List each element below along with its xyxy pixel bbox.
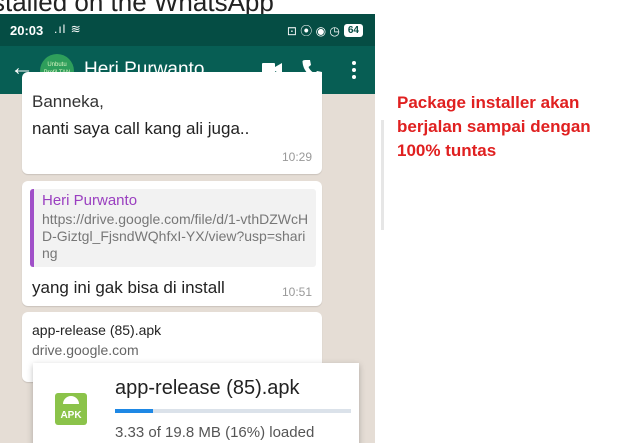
message-bubble[interactable]: Heri Purwanto https://drive.google.com/f… [22, 181, 322, 306]
package-installer-dialog: APK app-release (85).apk 3.33 of 19.8 MB… [33, 363, 359, 443]
progress-bar [115, 409, 351, 413]
signal-icon: .ıl ≋ [54, 22, 82, 36]
message-text-line: Bannekа, [32, 92, 104, 111]
battery-icon: 64 [343, 24, 363, 37]
quoted-sender: Heri Purwanto [42, 192, 138, 209]
status-bar: 20:03 .ıl ≋ ⊡ ⦿ ◉ ◷ 64 [0, 14, 375, 46]
quoted-message[interactable]: Heri Purwanto https://drive.google.com/f… [30, 189, 316, 267]
apk-icon-label: APK [60, 410, 82, 421]
progress-fill [115, 409, 153, 413]
attached-file-domain: drive.google.com [32, 342, 139, 358]
overflow-menu-icon[interactable] [351, 60, 357, 80]
scrollbar[interactable] [381, 120, 384, 230]
phone-screen: 20:03 .ıl ≋ ⊡ ⦿ ◉ ◷ 64 ← Unbutu Profil T… [0, 14, 375, 443]
apk-icon: APK [55, 393, 87, 425]
status-icons: ⊡ ⦿ ◉ ◷ 64 [287, 22, 363, 39]
message-text-line: nanti saya call kang ali juga.. [32, 119, 250, 138]
message-time: 10:29 [281, 150, 312, 164]
dialog-title: app-release (85).apk [115, 377, 300, 399]
status-time: 20:03 [10, 23, 44, 38]
progress-status: 3.33 of 19.8 MB (16%) loaded [115, 424, 315, 441]
quoted-link[interactable]: https://drive.google.com/file/d/1-vthDZW… [42, 211, 310, 262]
message-text: yang ini gak bisa di install [32, 278, 225, 297]
status-icons-cluster: ⊡ ⦿ ◉ ◷ [286, 24, 340, 38]
message-bubble[interactable]: Bannekа, nanti saya call kang ali juga..… [22, 72, 322, 174]
android-head-shape [63, 396, 79, 404]
message-time: 10:51 [281, 285, 312, 299]
annotation-text: Package installer akan berjalan sampai d… [397, 93, 591, 160]
attached-file-name[interactable]: app-release (85).apk [32, 322, 161, 338]
